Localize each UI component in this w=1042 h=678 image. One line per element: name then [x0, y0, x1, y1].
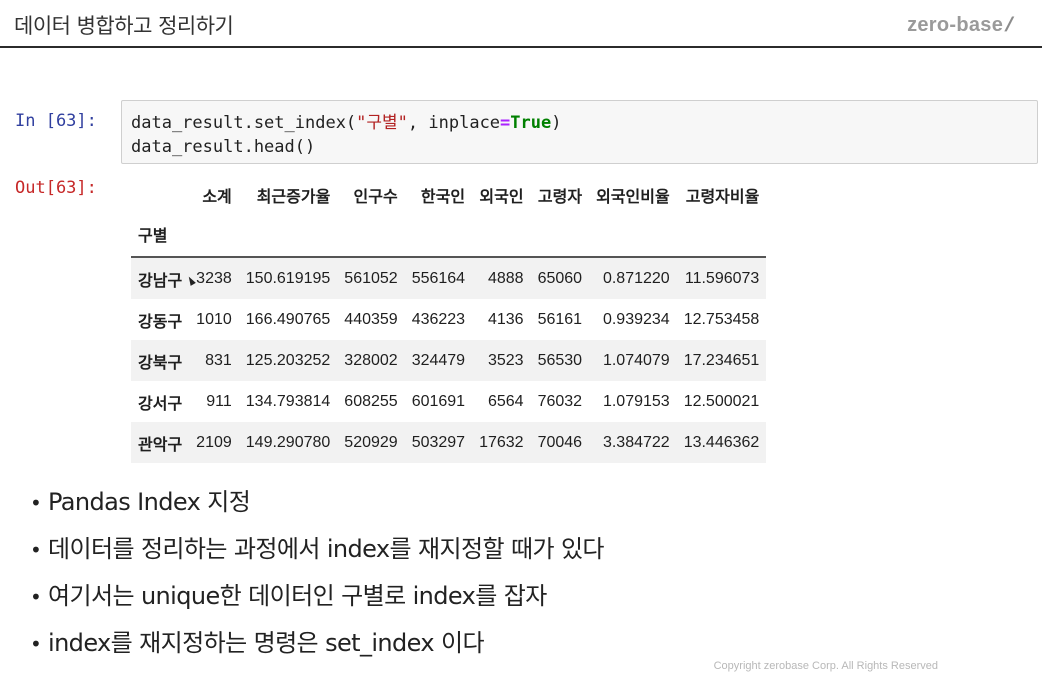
- output-prompt: Out[63]:: [15, 178, 97, 198]
- code-operator: =: [500, 113, 511, 133]
- table-cell: 13.446362: [683, 433, 760, 451]
- slide-title: 데이터 병합하고 정리하기: [14, 14, 234, 38]
- table-cell: 4888: [487, 269, 524, 287]
- table-cell: 1010: [196, 310, 232, 328]
- column-header: 고령자: [537, 189, 583, 206]
- corner-cell: [131, 178, 189, 212]
- table-cell: 328002: [344, 351, 398, 369]
- table-cell: 70046: [537, 433, 583, 451]
- column-header: 한국인: [420, 189, 466, 206]
- table-cell: 65060: [537, 269, 583, 287]
- bullet-item: • Pandas Index 지정: [30, 482, 604, 529]
- bullet-item: • 여기서는 unique한 데이터인 구별로 index를 잡자: [30, 576, 604, 623]
- table-cell: 17.234651: [683, 351, 760, 369]
- table-row: 강남구 3238 150.619195 561052 556164 4888 65060 0.…: [131, 257, 767, 299]
- table-cell: 12.753458: [683, 310, 760, 328]
- bullet-text: 데이터를 정리하는 과정에서 index를 재지정할 때가 있다: [48, 535, 605, 563]
- column-header: 최근증가율: [256, 189, 331, 206]
- code-cell-editor[interactable]: data_result.set_index("구별", inplace=True…: [121, 100, 1038, 164]
- dataframe-output: 소계 최근증가율 인구수 한국인 외국인 고령자 외국인비율 고령자비율 구별 …: [131, 178, 767, 463]
- table-cell: 6564: [487, 392, 524, 410]
- table-cell: 503297: [411, 433, 466, 451]
- table-cell: 2109: [196, 433, 232, 451]
- row-index-label: 강동구: [138, 313, 183, 331]
- table-cell: 134.793814: [245, 392, 331, 410]
- table-cell: 3238: [196, 269, 232, 287]
- table-cell: 1.079153: [602, 392, 670, 410]
- row-index-label: 관악구: [138, 436, 183, 454]
- row-index-label: 강남구: [138, 272, 183, 290]
- table-cell: 436223: [411, 310, 466, 328]
- table-cell: 166.490765: [245, 310, 331, 328]
- column-header: 인구수: [353, 189, 398, 206]
- table-row: 관악구 2109 149.290780 520929 503297 17632 70046 3…: [131, 422, 767, 463]
- table-cell: 56530: [537, 351, 583, 369]
- table-cell: 608255: [344, 392, 398, 410]
- code-keyword: True: [510, 113, 552, 133]
- bullet-text: 여기서는 unique한 데이터인 구별로 index를 잡자: [48, 582, 547, 610]
- brand-text: zero-base: [907, 14, 1004, 36]
- table-cell: 12.500021: [683, 392, 760, 410]
- table-cell: 149.290780: [245, 433, 331, 451]
- bullet-item: • 데이터를 정리하는 과정에서 index를 재지정할 때가 있다: [30, 529, 605, 576]
- table-cell: 17632: [479, 433, 524, 451]
- slide-header: 데이터 병합하고 정리하기 zero-base/: [0, 0, 1042, 48]
- row-index-label: 강서구: [138, 395, 183, 413]
- code-line-2: data_result.head(): [131, 137, 316, 157]
- table-cell: 601691: [411, 392, 466, 410]
- brand-slash: /: [1002, 14, 1016, 36]
- bullet-text: Pandas Index 지정: [48, 488, 251, 516]
- table-cell: 56161: [537, 310, 583, 328]
- index-name: 구별: [131, 212, 190, 258]
- table-cell: 561052: [344, 269, 398, 287]
- column-header: 고령자비율: [685, 189, 760, 206]
- table-cell: 4136: [487, 310, 524, 328]
- table-cell: 76032: [537, 392, 583, 410]
- code-token: data_result.set_index(: [131, 113, 357, 133]
- column-header-row: 소계 최근증가율 인구수 한국인 외국인 고령자 외국인비율 고령자비율: [131, 178, 766, 212]
- code-string: "구별": [356, 113, 408, 133]
- input-prompt: In [63]:: [15, 111, 97, 131]
- bullet-dot-icon: •: [30, 585, 42, 609]
- table-cell: 1.074079: [602, 351, 670, 369]
- table-cell: 3.384722: [602, 433, 670, 451]
- table-cell: 440359: [344, 310, 398, 328]
- code-line-1: data_result.set_index("구별", inplace=True…: [131, 111, 1037, 135]
- table-row: 강서구 911 134.793814 608255 601691 6564 76032 1.0…: [131, 381, 766, 422]
- code-token: , inplace: [407, 113, 501, 133]
- table-cell: 831: [205, 351, 232, 369]
- table-cell: 150.619195: [245, 269, 331, 287]
- table-cell: 324479: [411, 351, 466, 369]
- bullet-dot-icon: •: [30, 632, 42, 656]
- table-cell: 0.939234: [602, 310, 670, 328]
- table-cell: 556164: [411, 269, 466, 287]
- bullet-dot-icon: •: [30, 538, 42, 562]
- column-header: 소계: [202, 189, 232, 206]
- code-token: ): [551, 113, 562, 133]
- table-row: 강동구 1010 166.490765 440359 436223 4136 56161 0.…: [131, 299, 766, 340]
- copyright-notice: Copyright zerobase Corp. All Rights Rese…: [713, 660, 938, 672]
- bullet-item: • index를 재지정하는 명령은 set_index 이다: [30, 623, 604, 670]
- index-name-row: 구별: [131, 212, 767, 258]
- bullet-dot-icon: •: [30, 491, 42, 515]
- row-index-label: 강북구: [138, 354, 183, 372]
- table-cell: 125.203252: [245, 351, 331, 369]
- table-row: 강북구 831 125.203252 328002 324479 3523 56530 1.0…: [131, 340, 767, 381]
- bullet-text: index를 재지정하는 명령은 set_index 이다: [48, 629, 485, 657]
- column-header: 외국인비율: [596, 189, 670, 206]
- column-header: 외국인: [479, 189, 524, 206]
- zero-base-logo: zero-base/: [907, 14, 1016, 37]
- table-cell: 11.596073: [684, 269, 760, 287]
- table-cell: 520929: [344, 433, 398, 451]
- bullet-list: • Pandas Index 지정 • 데이터를 정리하는 과정에서 index를 재…: [30, 482, 605, 670]
- table-cell: 3523: [487, 351, 524, 369]
- table-cell: 0.871220: [602, 269, 670, 287]
- table-cell: 911: [206, 392, 232, 410]
